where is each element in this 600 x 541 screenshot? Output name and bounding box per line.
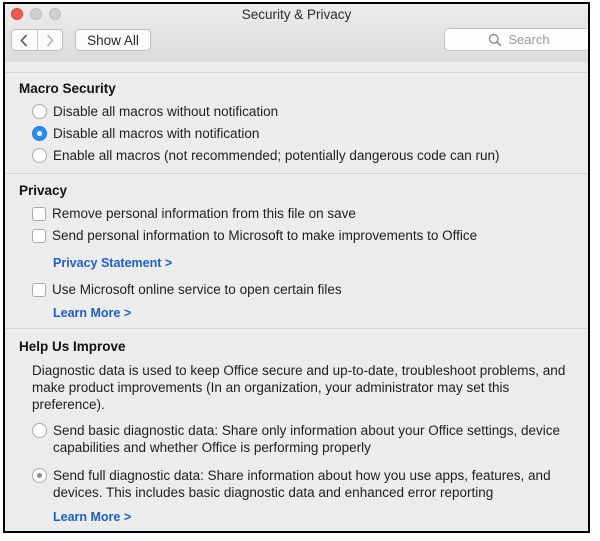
preferences-content: Macro Security Disable all macros withou… [5,62,588,531]
preferences-window: Security & Privacy Show All Search Macro… [3,2,590,533]
macro-security-heading: Macro Security [19,81,116,96]
back-button[interactable] [12,30,38,50]
checkbox-label: Remove personal information from this fi… [52,206,356,221]
search-field[interactable]: Search [444,28,588,51]
chevron-right-icon [46,33,54,47]
show-all-button[interactable]: Show All [75,29,151,51]
checkbox[interactable] [32,206,46,221]
search-placeholder: Search [508,32,550,47]
search-icon [489,33,502,46]
privacy-heading: Privacy [19,183,68,198]
radio-button[interactable] [32,423,47,438]
radio-button-selected[interactable] [32,126,47,141]
back-forward-group [11,29,63,51]
radio-label: Send basic diagnostic data: Share only i… [53,423,561,455]
radio-disable-with-notification[interactable]: Disable all macros with notification [32,126,259,141]
radio-enable-all-macros[interactable]: Enable all macros (not recommended; pote… [32,148,500,163]
radio-label: Enable all macros (not recommended; pote… [53,148,500,163]
diagnostic-description: Diagnostic data is used to keep Office s… [32,363,566,412]
section-divider [5,72,588,73]
help-us-improve-heading: Help Us Improve [19,339,126,354]
radio-label: Disable all macros with notification [53,126,260,141]
checkbox-use-online-service[interactable]: Use Microsoft online service to open cer… [32,282,342,297]
help-improve-learn-more-link[interactable]: Learn More > [53,510,131,524]
radio-button-selected-disabled[interactable] [32,468,47,483]
checkbox-label: Send personal information to Microsoft t… [52,228,478,243]
checkbox[interactable] [32,228,46,243]
radio-label: Disable all macros without notification [53,104,279,119]
radio-button[interactable] [32,104,47,119]
privacy-statement-link[interactable]: Privacy Statement > [53,256,172,270]
checkbox-remove-personal-info[interactable]: Remove personal information from this fi… [32,206,356,221]
checkbox-label: Use Microsoft online service to open cer… [52,282,342,297]
privacy-learn-more-link[interactable]: Learn More > [53,306,131,320]
radio-full-diagnostic-data[interactable]: Send full diagnostic data: Share informa… [32,467,584,501]
window-title: Security & Privacy [241,7,352,22]
radio-basic-diagnostic-data[interactable]: Send basic diagnostic data: Share only i… [32,422,584,456]
checkbox-send-personal-info[interactable]: Send personal information to Microsoft t… [32,228,477,243]
section-divider [5,328,588,329]
forward-button[interactable] [38,30,63,50]
section-divider [5,173,588,174]
radio-disable-without-notification[interactable]: Disable all macros without notification [32,104,278,119]
chevron-left-icon [20,33,28,47]
checkbox[interactable] [32,282,46,297]
radio-button[interactable] [32,148,47,163]
radio-label: Send full diagnostic data: Share informa… [53,468,551,500]
title-bar: Security & Privacy Show All Search [5,4,588,63]
